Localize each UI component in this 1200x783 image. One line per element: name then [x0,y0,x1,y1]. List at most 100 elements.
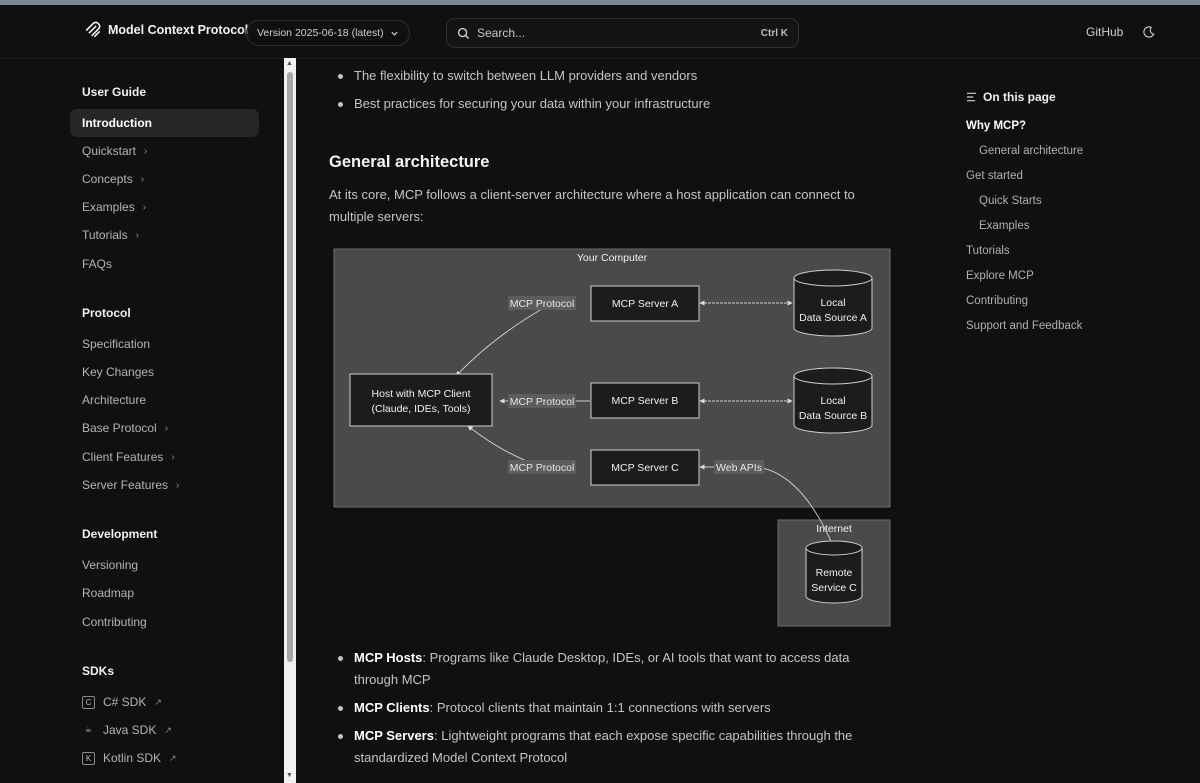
server-b-label: MCP Server B [612,395,679,407]
toc-item-quick-starts[interactable]: Quick Starts [979,195,1042,207]
list-icon [966,92,977,102]
protocol-label-b: MCP Protocol [510,396,575,408]
external-link-icon: ↗ [154,696,162,707]
sidebar-item-csharp-sdk[interactable]: C C# SDK ↗ [82,695,162,709]
sidebar-item-faqs[interactable]: FAQs [82,257,112,271]
sidebar-item-label: Examples [82,200,135,214]
search-input[interactable]: Search... Ctrl K [446,18,799,48]
sidebar-item-label: Quickstart [82,144,137,158]
sidebar-item-label: Roadmap [82,586,135,600]
site-logo[interactable]: Model Context Protocol [84,21,248,39]
sidebar-item-label: Key Changes [82,365,155,379]
kotlin-icon: K [82,751,95,765]
data-source-b-line1: Local [820,395,845,407]
toc-item-get-started[interactable]: Get started [966,170,1023,182]
theme-toggle-moon-icon[interactable] [1143,25,1155,43]
search-icon [457,27,470,39]
scroll-down-arrow-icon[interactable]: ▼ [286,772,293,779]
chevron-right-icon: › [164,422,169,434]
data-source-b-line2: Data Source B [799,410,867,422]
sidebar-item-label: Tutorials [82,228,128,242]
sidebar-item-label: Versioning [82,558,139,572]
data-source-b-node: Local Data Source B [793,367,873,434]
sidebar-item-label: Kotlin SDK [103,751,162,765]
host-node-line1: Host with MCP Client [371,388,470,400]
data-source-a-line2: Data Source A [799,312,867,324]
sidebar-navigation: User Guide Introduction Quickstart › Conc… [0,60,284,783]
architecture-diagram: Your Computer Internet MCP Protocol MCP … [333,248,891,627]
toc-heading-label: On this page [983,90,1056,104]
java-icon: ☕ [84,724,93,734]
list-item-mcp-clients: MCP Clients: Protocol clients that maint… [334,697,894,719]
sidebar-item-kotlin-sdk[interactable]: K Kotlin SDK ↗ [82,751,177,765]
version-selector[interactable]: Version 2025-06-18 (latest) [246,20,410,46]
version-label: Version 2025-06-18 (latest) [257,27,384,39]
sidebar-item-client-features[interactable]: Client Features › [82,450,175,464]
sidebar-item-label: Specification [82,337,151,351]
web-apis-label: Web APIs [716,462,762,474]
scrollbar-thumb[interactable] [287,72,293,662]
github-link[interactable]: GitHub [1086,25,1123,39]
host-node [349,373,493,427]
sidebar-heading-user-guide: User Guide [82,85,147,99]
remote-service-line2: Service C [811,582,857,594]
toc-item-tutorials[interactable]: Tutorials [966,245,1010,257]
list-item-mcp-servers: MCP Servers: Lightweight programs that e… [334,725,894,769]
sidebar-item-label: FAQs [82,257,113,271]
intro-paragraph: At its core, MCP follows a client-server… [329,187,855,224]
toc-item-why-mcp[interactable]: Why MCP? [966,120,1026,132]
data-source-a-line1: Local [820,297,845,309]
sidebar-item-server-features[interactable]: Server Features › [82,478,179,492]
bullet-term: MCP Hosts [354,650,423,665]
sidebar-heading-protocol: Protocol [82,306,131,320]
chevron-down-icon [391,31,398,36]
sidebar-item-label: C# SDK [103,695,147,709]
host-node-line2: (Claude, IDEs, Tools) [371,403,470,415]
sidebar-item-label: Client Features [82,450,164,464]
toc-item-explore-mcp[interactable]: Explore MCP [966,270,1034,282]
sidebar-item-contributing[interactable]: Contributing [82,615,147,629]
mcp-logo-icon [85,21,101,38]
chevron-right-icon: › [142,201,147,213]
sidebar-item-base-protocol[interactable]: Base Protocol › [82,421,168,435]
remote-service-line1: Remote [816,567,853,579]
toc-item-examples[interactable]: Examples [979,220,1030,232]
top-navigation-bar: Model Context Protocol Version 2025-06-1… [0,5,1200,59]
toc-item-general-architecture[interactable]: General architecture [979,145,1083,157]
sidebar-item-architecture[interactable]: Architecture [82,393,146,407]
sidebar-item-specification[interactable]: Specification [82,337,150,351]
sidebar-heading-development: Development [82,527,158,541]
sidebar-heading-sdks: SDKs [82,664,115,678]
bullet-text: : Programs like Claude Desktop, IDEs, or… [354,650,850,687]
search-shortcut: Ctrl K [760,27,788,39]
sidebar-item-roadmap[interactable]: Roadmap [82,586,134,600]
protocol-label-c: MCP Protocol [510,462,575,474]
external-link-icon: ↗ [164,724,172,735]
sidebar-item-examples[interactable]: Examples › [82,200,146,214]
remote-service-c-node: Remote Service C [805,540,863,604]
sidebar-item-versioning[interactable]: Versioning [82,558,138,572]
bullet-term: MCP Servers [354,728,434,743]
data-source-a-node: Local Data Source A [793,269,873,337]
list-item-mcp-hosts: MCP Hosts: Programs like Claude Desktop,… [334,647,894,691]
external-link-icon: ↗ [169,752,177,763]
sidebar-item-concepts[interactable]: Concepts › [82,172,144,186]
chevron-right-icon: › [140,173,145,185]
sidebar-item-label: Base Protocol [82,421,157,435]
scroll-up-arrow-icon[interactable]: ▲ [286,60,293,67]
toc-item-support-feedback[interactable]: Support and Feedback [966,320,1082,332]
sidebar-item-label: Architecture [82,393,147,407]
sidebar-item-label: Concepts [82,172,133,186]
server-a-label: MCP Server A [612,298,678,310]
protocol-label-a: MCP Protocol [510,298,575,310]
sidebar-item-tutorials[interactable]: Tutorials › [82,228,139,242]
sidebar-item-introduction-label[interactable]: Introduction [82,116,152,130]
sidebar-item-java-sdk[interactable]: ☕ Java SDK ↗ [82,723,172,737]
section-heading: General architecture [329,153,490,171]
sidebar-item-key-changes[interactable]: Key Changes [82,365,154,379]
sidebar-item-quickstart[interactable]: Quickstart › [82,144,147,158]
chevron-right-icon: › [176,479,180,491]
logo-text: Model Context Protocol [108,23,249,37]
toc-item-contributing[interactable]: Contributing [966,295,1028,307]
server-c-label: MCP Server C [611,462,679,474]
